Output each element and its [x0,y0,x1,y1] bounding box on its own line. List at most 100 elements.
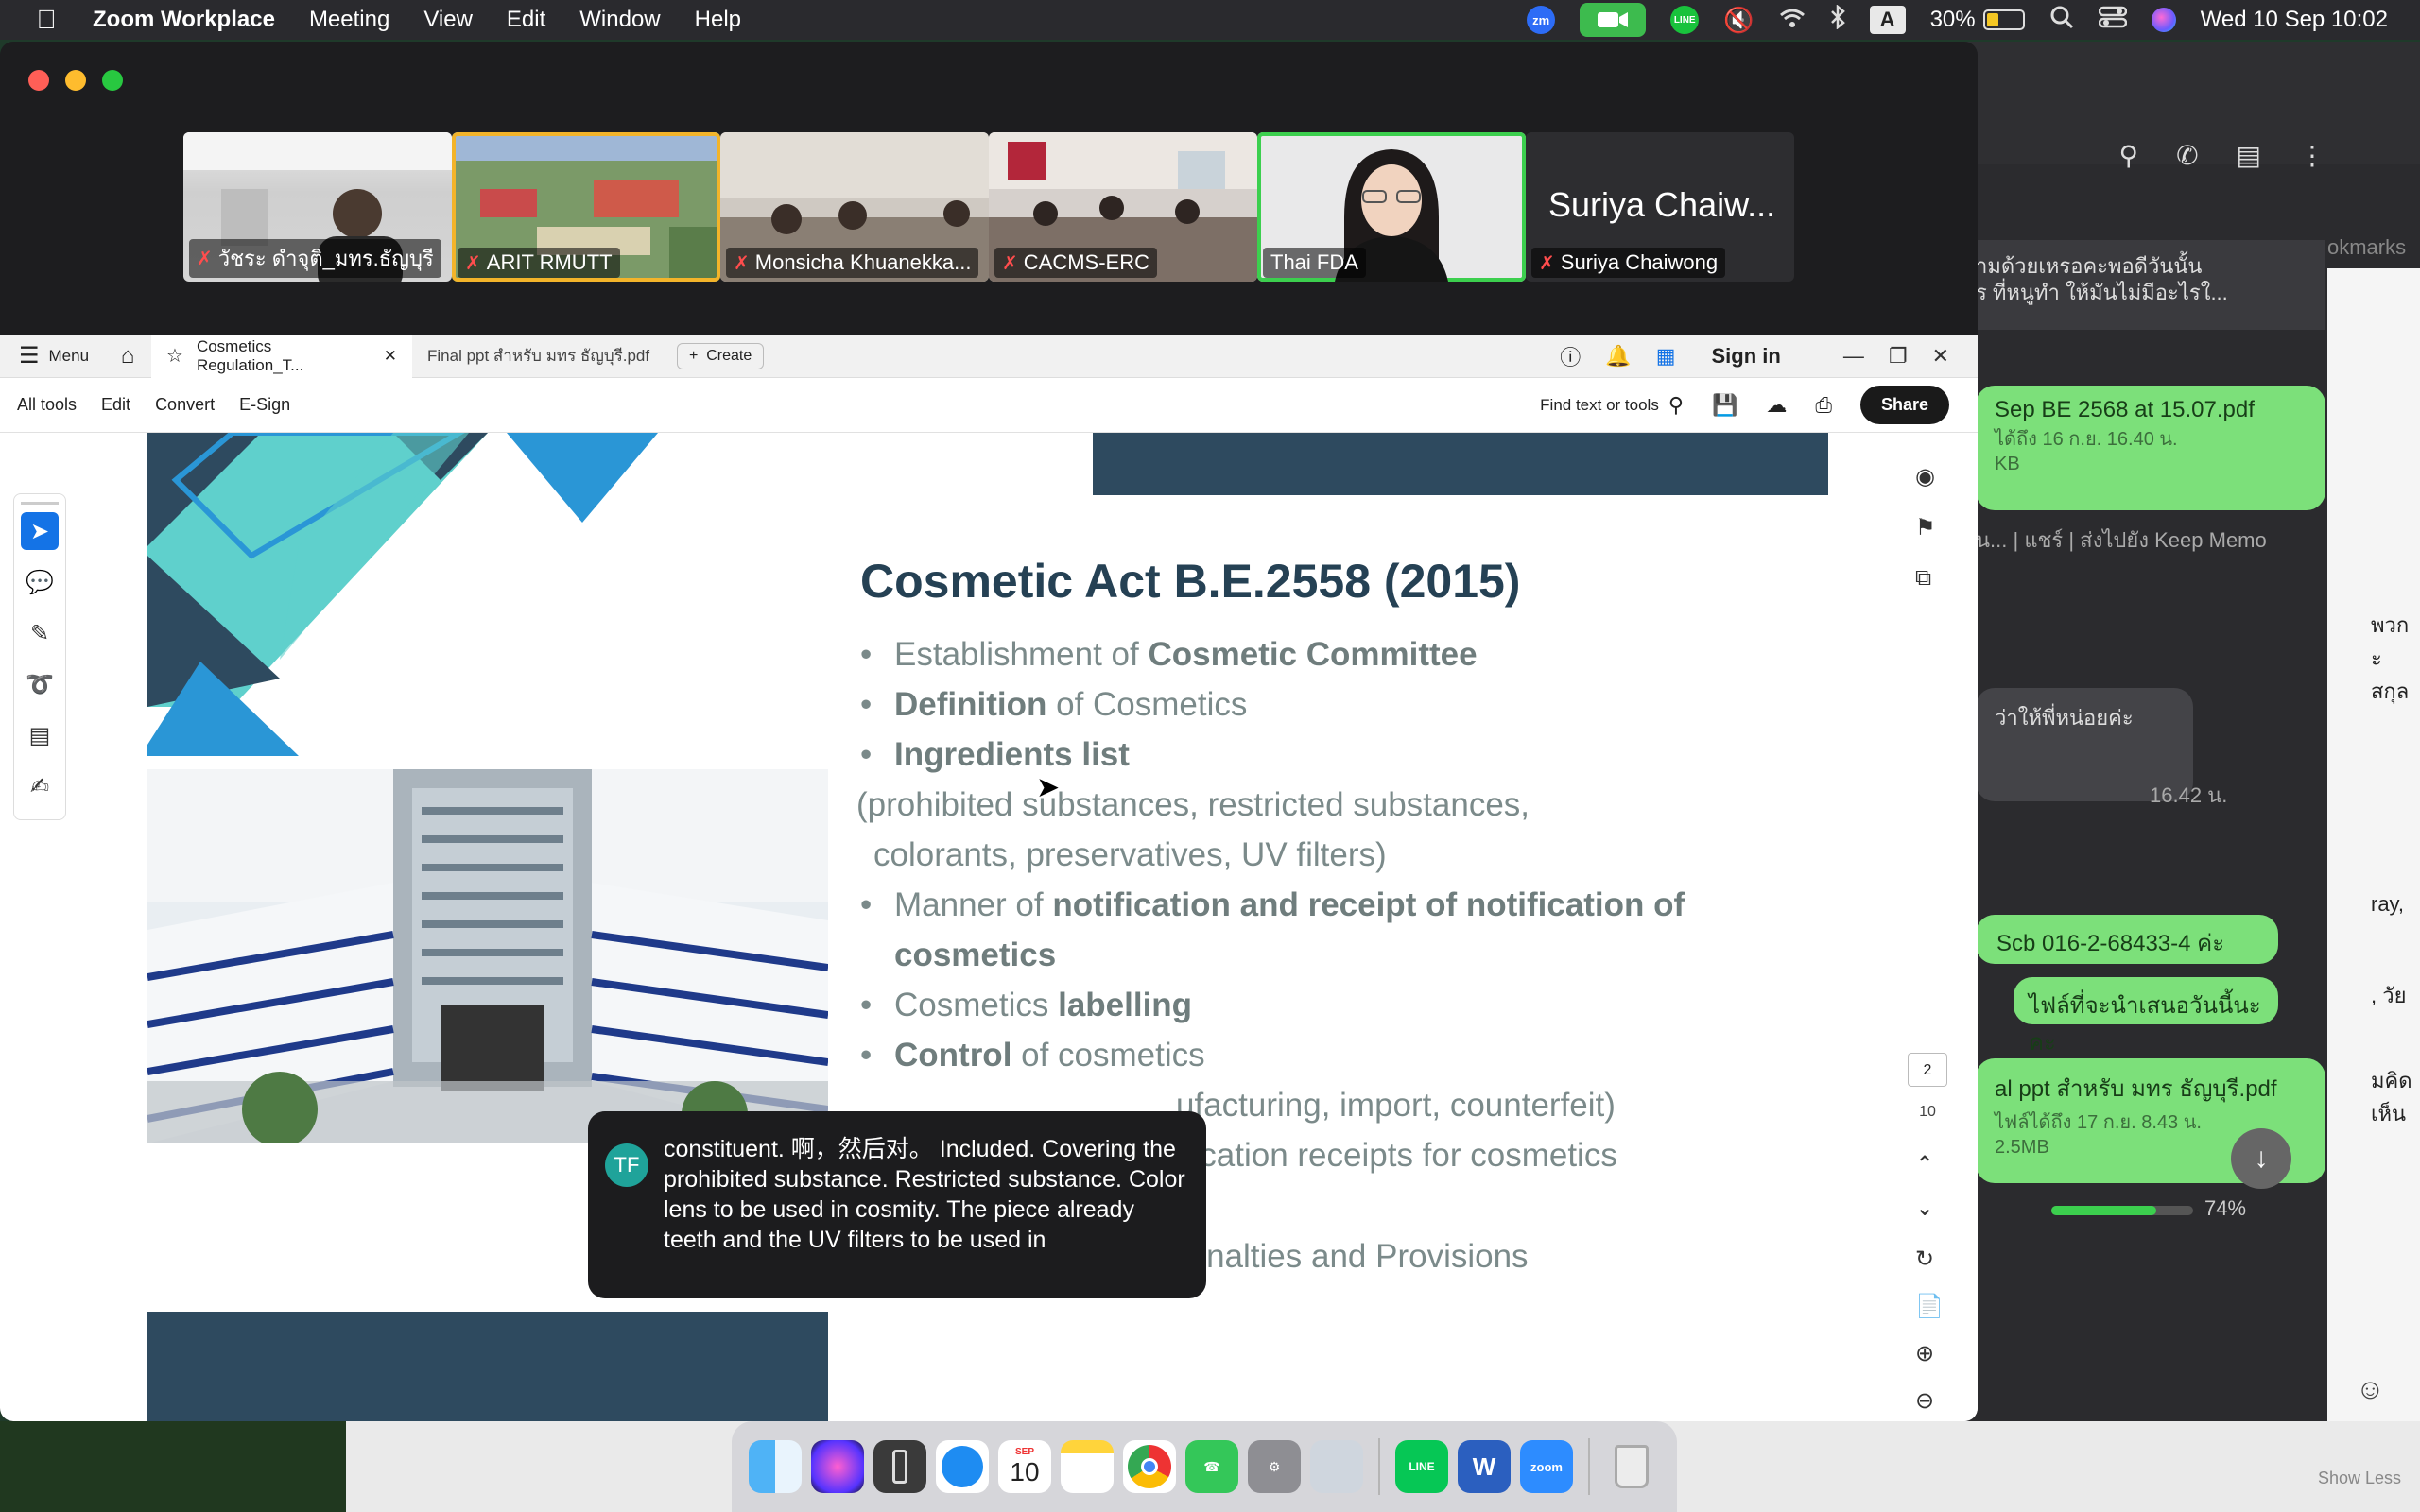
star-icon[interactable]: ☆ [166,344,183,368]
battery-indicator[interactable]: 30% [1930,7,2025,33]
zoom-app-icon[interactable]: zoom [1520,1440,1573,1493]
trash-icon[interactable] [1605,1440,1658,1493]
apps-grid-icon[interactable]: ▦ [1656,344,1676,369]
comment-icon[interactable]: 💬 [21,563,59,601]
bookmarks-label[interactable]: okmarks [2327,235,2406,260]
ai-assistant-icon[interactable]: ◉ [1915,463,1935,490]
participant-video[interactable]: ✗ CACMS-ERC [989,132,1257,282]
line-status-icon[interactable]: LINE [1670,6,1700,34]
facetime-icon[interactable]: ☎ [1185,1440,1238,1493]
select-cursor-icon[interactable]: ➤ [21,512,59,550]
restore-icon[interactable]: ❐ [1889,344,1908,369]
word-icon[interactable]: W [1458,1440,1511,1493]
menu-help[interactable]: Help [695,7,741,33]
finder-icon[interactable] [749,1440,802,1493]
tab-cosmetics-regulation[interactable]: ☆ Cosmetics Regulation_T... ✕ [151,334,412,378]
close-window-button[interactable] [28,70,49,91]
volume-muted-icon[interactable]: 🔇 [1723,6,1754,35]
upload-cloud-icon[interactable]: ☁ [1766,393,1787,418]
current-page-field[interactable]: 2 [1908,1053,1947,1087]
file1-size: KB [1995,454,2020,474]
share-button[interactable]: Share [1859,386,1949,424]
system-settings-icon[interactable]: ⚙ [1248,1440,1301,1493]
acrobat-right-panel: ◉ ⚑ ⧉ 2 10 ⌃ ⌄ ↻ 📄 ⊕ ⊖ [1887,433,1978,1421]
chat-announcement[interactable]: ามด้วยเหรอคะพอดีวันนั้น ร ที่หนูทำ ให้มั… [1947,240,2325,330]
clock[interactable]: Wed 10 Sep 10:02 [2201,7,2388,33]
signature-icon[interactable]: ✍ [21,767,59,805]
highlight-pen-icon[interactable]: ✎ [21,614,59,652]
apple-menu-icon[interactable]:  [0,5,93,35]
participant-video[interactable]: ✗ Monsicha Khuanekka... [720,132,989,282]
zoom-in-icon[interactable]: ⊕ [1915,1340,1934,1367]
safari-icon[interactable] [936,1440,989,1493]
notification-bell-icon[interactable]: 🔔 [1605,344,1631,369]
edit-button[interactable]: Edit [101,395,130,415]
file-bubble-1[interactable]: Sep BE 2568 at 15.07.pdf ได้ถึง 16 ก.ย. … [1976,386,2325,510]
line-app-icon[interactable]: LINE [1395,1440,1448,1493]
find-text-field[interactable]: Find text or tools ⚲ [1540,393,1684,418]
drag-handle[interactable] [21,502,59,505]
zoom-status-icon[interactable]: zm [1527,6,1556,34]
camera-in-use-icon[interactable] [1580,3,1647,37]
chat-header-icons: ⚲ ✆ ▤ ⋮ [1947,127,2325,183]
minimize-icon[interactable]: — [1843,344,1864,369]
participant-video[interactable]: ✗ วัชระ ดำจุติ_มทร.ธัญบุรี [183,132,452,282]
page-extract-icon[interactable]: 📄 [1915,1293,1944,1320]
mic-muted-icon: ✗ [197,249,213,269]
app-name-menu[interactable]: Zoom Workplace [93,7,275,33]
live-caption-overlay[interactable]: TF constituent. 啊，然后对。 Included. Coverin… [588,1111,1206,1298]
chat-notes-icon[interactable]: ▤ [2237,140,2261,171]
siri-icon[interactable] [2151,8,2176,32]
menu-view[interactable]: View [424,7,473,33]
scroll-down-icon[interactable]: ↓ [2231,1128,2291,1189]
chat-search-icon[interactable]: ⚲ [2119,140,2139,171]
file-actions[interactable]: ัน... | แชร์ | ส่งไปยัง Keep Memo [1976,524,2267,557]
participant-video[interactable]: ✗ ARIT RMUTT [452,132,720,282]
menu-edit[interactable]: Edit [507,7,545,33]
notes-icon[interactable] [1061,1440,1114,1493]
zoom-out-icon[interactable]: ⊖ [1915,1387,1934,1415]
bookmark-comments-icon[interactable]: ⚑ [1915,514,1936,541]
rotate-icon[interactable]: ↻ [1915,1246,1934,1273]
emoji-icon[interactable]: ☺ [2356,1374,2385,1406]
siri-app-icon[interactable] [811,1440,864,1493]
menu-meeting[interactable]: Meeting [309,7,389,33]
create-button[interactable]: + Create [677,342,765,369]
close-tab-icon[interactable]: ✕ [384,347,397,366]
minimize-window-button[interactable] [65,70,86,91]
maximize-window-button[interactable] [102,70,123,91]
convert-button[interactable]: Convert [155,395,215,415]
chat-more-icon[interactable]: ⋮ [2299,140,2325,171]
all-tools-button[interactable]: All tools [17,395,77,415]
help-icon[interactable]: ⓘ [1560,341,1581,371]
dock-separator [1378,1438,1380,1495]
calendar-icon[interactable]: SEP 10 [998,1440,1051,1493]
annotation-toolbar: ➤ 💬 ✎ ➰ ▤ ✍ [13,493,66,820]
iphone-mirroring-icon[interactable] [873,1440,926,1493]
participant-video-active[interactable]: Thai FDA [1257,132,1526,282]
save-icon[interactable]: 💾 [1712,393,1737,418]
participant-no-video[interactable]: Suriya Chaiw... ✗ Suriya Chaiwong [1526,132,1794,282]
menu-window[interactable]: Window [579,7,660,33]
chrome-icon[interactable] [1123,1440,1176,1493]
input-source-icon[interactable]: A [1869,6,1906,34]
chat-call-icon[interactable]: ✆ [2176,140,2198,171]
home-icon[interactable]: ⌂ [104,343,151,369]
show-less-link[interactable]: Show Less [2318,1469,2401,1488]
bluetooth-icon[interactable] [1830,3,1845,36]
page-down-icon[interactable]: ⌄ [1915,1194,1934,1222]
copy-pages-icon[interactable]: ⧉ [1915,565,1931,592]
preview-icon[interactable] [1310,1440,1363,1493]
wifi-icon[interactable] [1779,6,1806,35]
close-icon[interactable]: ✕ [1932,344,1949,369]
text-box-icon[interactable]: ▤ [21,716,59,754]
page-up-icon[interactable]: ⌃ [1915,1151,1934,1178]
acrobat-menu-button[interactable]: ☰ Menu [19,342,104,369]
tab-final-ppt[interactable]: Final ppt สำหรับ มทร ธัญบุรี.pdf [412,335,667,378]
print-icon[interactable]: ⎙ [1815,393,1832,418]
sign-in-button[interactable]: Sign in [1712,344,1781,369]
control-center-icon[interactable] [2098,6,2127,35]
spotlight-search-icon[interactable] [2049,5,2074,36]
e-sign-button[interactable]: E-Sign [239,395,290,415]
lasso-draw-icon[interactable]: ➰ [21,665,59,703]
